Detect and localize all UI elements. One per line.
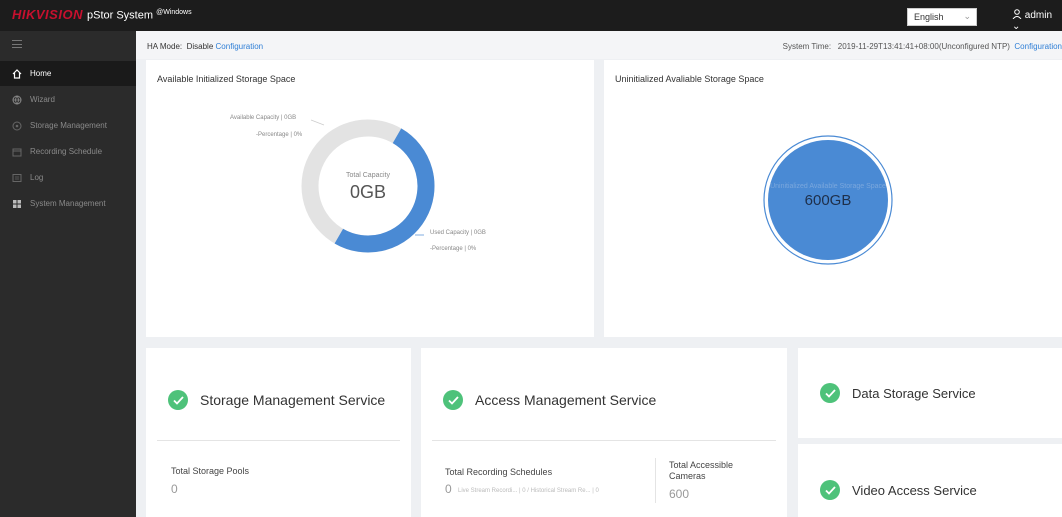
- home-icon: [12, 68, 22, 79]
- brand-logo: HIKVISION: [12, 7, 83, 22]
- user-icon: [1012, 9, 1022, 20]
- language-select[interactable]: English ⌄: [907, 8, 977, 26]
- storage-management-service-card: Storage Management Service Total Storage…: [146, 348, 411, 517]
- donut-center-value: 0GB: [349, 182, 387, 202]
- available-capacity-label: Available Capacity | 0GB: [230, 115, 297, 121]
- available-storage-card: Available Initialized Storage Space Tota…: [146, 60, 594, 337]
- video-access-service-card: Video Access Service: [798, 444, 1062, 517]
- total-recording-schedules-value: 0: [445, 482, 452, 496]
- check-circle-icon: [443, 390, 463, 410]
- sidebar-item-wizard[interactable]: Wizard: [0, 87, 136, 112]
- time-configuration-link[interactable]: Configuration: [1014, 42, 1062, 51]
- ha-mode: HA Mode: Disable Configuration: [147, 42, 264, 51]
- access-management-service-card: Access Management Service Total Recordin…: [421, 348, 787, 517]
- used-capacity-label: Used Capacity | 0GB: [430, 230, 486, 236]
- database-icon: [12, 121, 22, 130]
- ha-configuration-link[interactable]: Configuration: [216, 42, 264, 51]
- available-percentage-label: -Percentage | 0%: [256, 132, 303, 138]
- system-time: System Time: 2019-11-29T13:41:41+08:00(U…: [782, 42, 1062, 51]
- data-storage-service-card: Data Storage Service: [798, 348, 1062, 438]
- recording-breakdown: Live Stream Recordi... | 0 / Historical …: [458, 488, 599, 494]
- ha-status-bar: HA Mode: Disable Configuration System Ti…: [136, 31, 1062, 59]
- service-header: Data Storage Service: [820, 383, 976, 403]
- used-percentage-label: -Percentage | 0%: [430, 246, 477, 252]
- bubble-label: Uninitialized Available Storage Space: [770, 183, 886, 190]
- globe-icon: [12, 95, 22, 105]
- service-header: Video Access Service: [820, 480, 977, 500]
- sidebar-item-system-management[interactable]: System Management: [0, 191, 136, 216]
- sidebar: Home Wizard Storage Management Recording…: [0, 31, 136, 517]
- product-name: pStor System @Windows: [87, 9, 192, 22]
- bubble-value: 600GB: [804, 192, 852, 209]
- service-header: Access Management Service: [443, 390, 656, 410]
- sidebar-item-recording-schedule[interactable]: Recording Schedule: [0, 139, 136, 164]
- service-header: Storage Management Service: [168, 390, 385, 410]
- top-bar: HIKVISION pStor System @Windows English …: [0, 0, 1062, 32]
- log-icon: [12, 173, 22, 182]
- grid-icon: [13, 199, 21, 208]
- sidebar-item-home[interactable]: Home: [0, 61, 136, 86]
- menu-toggle-icon[interactable]: [12, 40, 22, 48]
- uninitialized-storage-card: Uninitialized Avaliable Storage Space Un…: [604, 60, 1062, 337]
- total-storage-pools-value: 0: [171, 482, 178, 496]
- sidebar-item-storage-management[interactable]: Storage Management: [0, 113, 136, 138]
- chevron-down-icon: ⌄: [963, 11, 971, 21]
- total-storage-pools-label: Total Storage Pools: [171, 466, 250, 476]
- sidebar-item-log[interactable]: Log: [0, 165, 136, 190]
- total-recording-schedules-label: Total Recording Schedules: [445, 467, 553, 477]
- total-accessible-cameras-label: Total Accessible Cameras: [669, 460, 734, 481]
- check-circle-icon: [820, 383, 840, 403]
- check-circle-icon: [820, 480, 840, 500]
- total-accessible-cameras-value: 600: [669, 487, 690, 501]
- donut-center-label: Total Capacity: [346, 172, 390, 179]
- calendar-icon: [12, 148, 22, 156]
- check-circle-icon: [168, 390, 188, 410]
- user-menu[interactable]: admin ⌄: [1012, 9, 1062, 32]
